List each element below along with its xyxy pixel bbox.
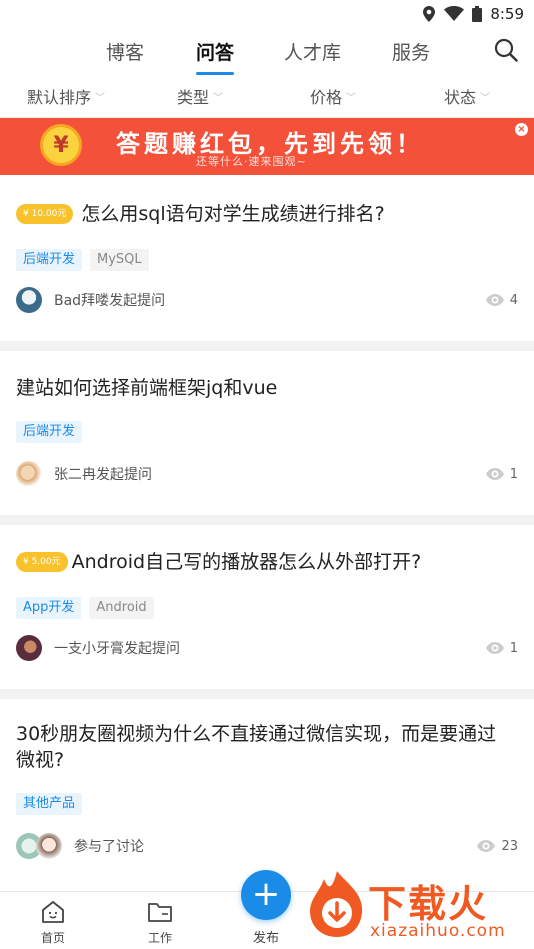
tag[interactable]: 后端开发 [16, 421, 83, 443]
view-count: 1 [485, 640, 518, 656]
question-title[interactable]: Android自己写的播放器怎么从外部打开? [72, 551, 422, 573]
status-bar: 8:59 [0, 0, 534, 28]
filter-type[interactable]: 类型 ﹀ [177, 84, 223, 108]
search-button[interactable] [494, 38, 518, 66]
location-icon [423, 6, 436, 22]
filter-sort[interactable]: 默认排序 ﹀ [27, 84, 105, 108]
battery-icon [472, 6, 483, 22]
banner-subtitle: 还等什么·速来围观~ [196, 155, 307, 168]
filter-status-label: 状态 [444, 88, 477, 107]
tag-list: 其他产品 [16, 793, 518, 815]
avatar[interactable] [16, 635, 42, 661]
tag-list: App开发 Android [16, 597, 518, 619]
watermark: 下载火 xiazaihuo.com [306, 869, 528, 947]
home-icon [42, 901, 64, 923]
wifi-icon [444, 6, 465, 21]
asker-text: 张二冉发起提问 [54, 467, 152, 483]
view-count: 1 [485, 466, 518, 482]
tab-qa[interactable]: 问答 [196, 38, 235, 75]
asker-text: Bad拜喽发起提问 [54, 293, 166, 309]
view-count: 4 [485, 292, 518, 308]
question-card[interactable]: ¥ 5.00元 Android自己写的播放器怎么从外部打开? App开发 Andr… [0, 525, 534, 689]
tag[interactable]: 后端开发 [16, 249, 83, 271]
watermark-text: 下载火 [368, 882, 489, 926]
avatar[interactable] [16, 287, 42, 313]
nav-home[interactable]: 首页 [23, 900, 83, 946]
coin-icon: ¥ [40, 124, 82, 166]
eye-icon [485, 642, 504, 654]
participant-text: 参与了讨论 [74, 839, 144, 855]
tab-talent[interactable]: 人才库 [284, 38, 341, 65]
eye-icon [485, 468, 504, 480]
watermark-url: xiazaihuo.com [370, 921, 506, 941]
nav-work[interactable]: 工作 [130, 900, 190, 946]
nav-home-label: 首页 [40, 931, 65, 945]
view-count-value: 1 [509, 640, 518, 656]
status-time: 8:59 [490, 5, 524, 23]
tab-service[interactable]: 服务 [392, 38, 430, 65]
promo-banner[interactable]: ¥ 答题赚红包，先到先领！ 还等什么·速来围观~ × [0, 118, 534, 175]
banner-close-button[interactable]: × [515, 123, 528, 136]
chevron-down-icon: ﹀ [95, 92, 106, 104]
question-meta: 一支小牙膏发起提问 1 [16, 633, 518, 663]
view-count-value: 4 [509, 292, 518, 308]
question-title[interactable]: 怎么用sql语句对学生成绩进行排名? [81, 203, 384, 225]
publish-label: 发布 [252, 931, 279, 946]
filter-type-label: 类型 [177, 88, 210, 107]
question-card[interactable]: 建站如何选择前端框架jq和vue 后端开发 张二冉发起提问 1 [0, 351, 534, 515]
view-count-value: 1 [509, 466, 518, 482]
question-meta: Bad拜喽发起提问 4 [16, 285, 518, 315]
asker-text: 一支小牙膏发起提问 [54, 641, 180, 657]
view-count-value: 23 [501, 838, 518, 854]
tag[interactable]: MySQL [90, 249, 149, 271]
question-card[interactable]: 30秒朋友圈视频为什么不直接通过微信实现，而是要通过微视? 其他产品 参与了讨论… [0, 699, 534, 889]
tab-blog[interactable]: 博客 [106, 38, 144, 65]
publish-button[interactable]: + [241, 870, 291, 920]
tag-list: 后端开发 MySQL [16, 249, 518, 271]
eye-icon [477, 840, 496, 852]
question-title-row: 30秒朋友圈视频为什么不直接通过微信实现，而是要通过微视? [16, 699, 518, 773]
tag-list: 后端开发 [16, 421, 518, 443]
question-title[interactable]: 30秒朋友圈视频为什么不直接通过微信实现，而是要通过微视? [16, 721, 514, 773]
avatar[interactable] [16, 461, 42, 487]
eye-icon [485, 294, 504, 306]
filter-price[interactable]: 价格 ﹀ [310, 84, 356, 108]
question-meta: 张二冉发起提问 1 [16, 459, 518, 489]
top-nav: 博客 问答 人才库 服务 [0, 28, 534, 75]
filter-bar: 默认排序 ﹀ 类型 ﹀ 价格 ﹀ 状态 ﹀ [0, 74, 534, 118]
search-icon [494, 38, 518, 62]
filter-price-label: 价格 [310, 88, 343, 107]
reward-badge: ¥ 5.00元 [16, 551, 68, 572]
question-title-row: 建站如何选择前端框架jq和vue [16, 351, 518, 401]
question-title-row: ¥ 5.00元 Android自己写的播放器怎么从外部打开? [16, 525, 518, 575]
question-meta: 参与了讨论 23 [16, 831, 518, 861]
avatar[interactable] [36, 833, 62, 859]
card-divider [0, 689, 534, 699]
question-title[interactable]: 建站如何选择前端框架jq和vue [16, 375, 518, 401]
question-card[interactable]: ¥ 10.00元 怎么用sql语句对学生成绩进行排名? 后端开发 MySQL Ba… [0, 175, 534, 341]
folder-icon [148, 903, 172, 922]
chevron-down-icon: ﹀ [480, 92, 491, 104]
reward-badge: ¥ 10.00元 [16, 203, 74, 224]
flame-logo-icon [310, 871, 363, 937]
tag[interactable]: Android [89, 597, 154, 619]
filter-sort-label: 默认排序 [27, 88, 92, 107]
chevron-down-icon: ﹀ [213, 92, 224, 104]
tag[interactable]: App开发 [16, 597, 82, 619]
card-divider [0, 515, 534, 525]
question-title-row: ¥ 10.00元 怎么用sql语句对学生成绩进行排名? [16, 175, 518, 227]
card-divider [0, 341, 534, 351]
tag[interactable]: 其他产品 [16, 793, 83, 815]
nav-work-label: 工作 [147, 931, 172, 945]
view-count: 23 [477, 839, 518, 854]
chevron-down-icon: ﹀ [346, 92, 357, 104]
filter-status[interactable]: 状态 ﹀ [444, 84, 490, 108]
question-feed: ¥ 10.00元 怎么用sql语句对学生成绩进行排名? 后端开发 MySQL Ba… [0, 175, 534, 889]
